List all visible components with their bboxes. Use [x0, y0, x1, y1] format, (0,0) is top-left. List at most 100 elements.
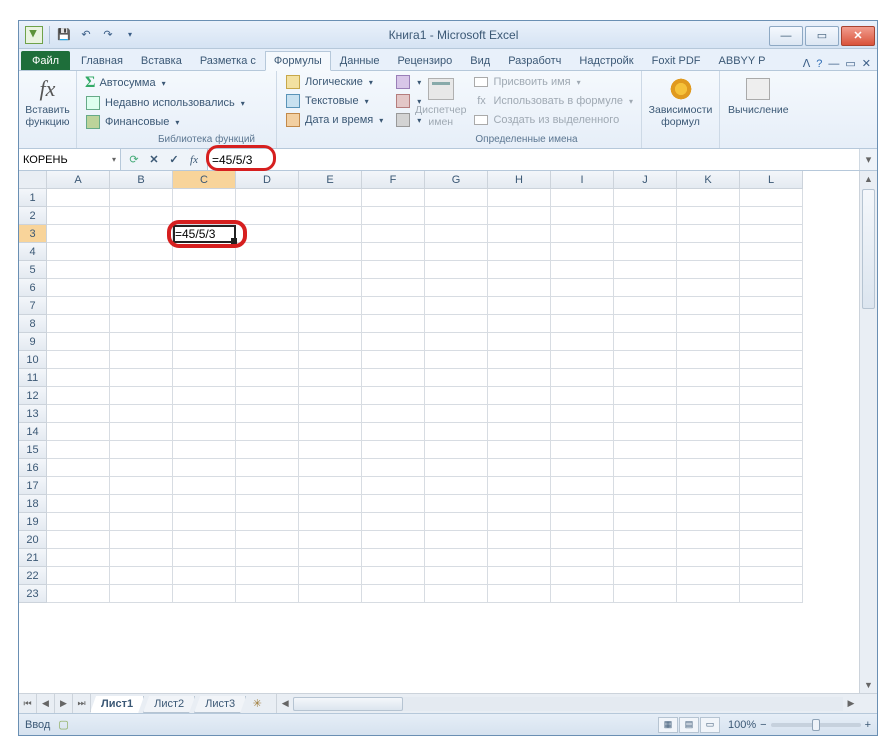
cell-C12[interactable]: [173, 387, 236, 405]
cell-C21[interactable]: [173, 549, 236, 567]
row-header-11[interactable]: 11: [19, 369, 47, 387]
cell-B2[interactable]: [110, 207, 173, 225]
cell-L8[interactable]: [740, 315, 803, 333]
cell-J23[interactable]: [614, 585, 677, 603]
cell-C5[interactable]: [173, 261, 236, 279]
cell-F3[interactable]: [362, 225, 425, 243]
cell-J17[interactable]: [614, 477, 677, 495]
cell-E17[interactable]: [299, 477, 362, 495]
cell-J14[interactable]: [614, 423, 677, 441]
cell-D19[interactable]: [236, 513, 299, 531]
cell-E15[interactable]: [299, 441, 362, 459]
cell-L14[interactable]: [740, 423, 803, 441]
cell-C13[interactable]: [173, 405, 236, 423]
cell-H23[interactable]: [488, 585, 551, 603]
cell-F4[interactable]: [362, 243, 425, 261]
cell-A11[interactable]: [47, 369, 110, 387]
cell-H19[interactable]: [488, 513, 551, 531]
cell-D10[interactable]: [236, 351, 299, 369]
cell-L1[interactable]: [740, 189, 803, 207]
cell-A9[interactable]: [47, 333, 110, 351]
cell-B13[interactable]: [110, 405, 173, 423]
cell-B10[interactable]: [110, 351, 173, 369]
cell-H13[interactable]: [488, 405, 551, 423]
cell-C7[interactable]: [173, 297, 236, 315]
formula-refresh-icon[interactable]: ⟳: [125, 153, 143, 166]
cell-A16[interactable]: [47, 459, 110, 477]
cell-L20[interactable]: [740, 531, 803, 549]
tab-view[interactable]: Вид: [461, 51, 499, 70]
cell-H10[interactable]: [488, 351, 551, 369]
cell-K8[interactable]: [677, 315, 740, 333]
cell-K7[interactable]: [677, 297, 740, 315]
cell-F10[interactable]: [362, 351, 425, 369]
cell-L4[interactable]: [740, 243, 803, 261]
cell-E5[interactable]: [299, 261, 362, 279]
column-header-F[interactable]: F: [362, 171, 425, 189]
cell-H1[interactable]: [488, 189, 551, 207]
cell-K9[interactable]: [677, 333, 740, 351]
logical-button[interactable]: Логические: [281, 73, 387, 91]
cell-A13[interactable]: [47, 405, 110, 423]
cell-A6[interactable]: [47, 279, 110, 297]
define-name-button[interactable]: Присвоить имя: [469, 73, 637, 91]
row-header-19[interactable]: 19: [19, 513, 47, 531]
recent-functions-button[interactable]: Недавно использовались: [81, 94, 249, 112]
cell-D6[interactable]: [236, 279, 299, 297]
cell-E20[interactable]: [299, 531, 362, 549]
cell-L5[interactable]: [740, 261, 803, 279]
cell-F23[interactable]: [362, 585, 425, 603]
cell-H15[interactable]: [488, 441, 551, 459]
cell-B12[interactable]: [110, 387, 173, 405]
cell-A5[interactable]: [47, 261, 110, 279]
cell-D8[interactable]: [236, 315, 299, 333]
cell-I1[interactable]: [551, 189, 614, 207]
row-header-13[interactable]: 13: [19, 405, 47, 423]
cell-H17[interactable]: [488, 477, 551, 495]
row-header-6[interactable]: 6: [19, 279, 47, 297]
tab-review[interactable]: Рецензиро: [389, 51, 462, 70]
cell-B15[interactable]: [110, 441, 173, 459]
cell-I8[interactable]: [551, 315, 614, 333]
cell-I20[interactable]: [551, 531, 614, 549]
cell-A4[interactable]: [47, 243, 110, 261]
cell-I4[interactable]: [551, 243, 614, 261]
cell-J4[interactable]: [614, 243, 677, 261]
cell-D15[interactable]: [236, 441, 299, 459]
cell-G23[interactable]: [425, 585, 488, 603]
cell-C3[interactable]: =45/5/3: [173, 225, 236, 243]
qat-more-icon[interactable]: ▾: [122, 27, 138, 43]
row-header-5[interactable]: 5: [19, 261, 47, 279]
datetime-button[interactable]: Дата и время: [281, 111, 387, 129]
cell-F8[interactable]: [362, 315, 425, 333]
cell-J19[interactable]: [614, 513, 677, 531]
cell-A22[interactable]: [47, 567, 110, 585]
cell-G11[interactable]: [425, 369, 488, 387]
column-header-A[interactable]: A: [47, 171, 110, 189]
cell-J21[interactable]: [614, 549, 677, 567]
cell-I23[interactable]: [551, 585, 614, 603]
cell-F18[interactable]: [362, 495, 425, 513]
cell-C23[interactable]: [173, 585, 236, 603]
name-box-dropdown-icon[interactable]: ▾: [112, 155, 116, 164]
column-header-I[interactable]: I: [551, 171, 614, 189]
cell-K22[interactable]: [677, 567, 740, 585]
cell-B11[interactable]: [110, 369, 173, 387]
cell-D3[interactable]: [236, 225, 299, 243]
use-in-formula-button[interactable]: fxИспользовать в формуле: [469, 92, 637, 110]
cell-A15[interactable]: [47, 441, 110, 459]
cell-C15[interactable]: [173, 441, 236, 459]
cell-A3[interactable]: [47, 225, 110, 243]
cell-E18[interactable]: [299, 495, 362, 513]
cell-G3[interactable]: [425, 225, 488, 243]
cell-D22[interactable]: [236, 567, 299, 585]
cell-C17[interactable]: [173, 477, 236, 495]
cell-J9[interactable]: [614, 333, 677, 351]
cell-K17[interactable]: [677, 477, 740, 495]
cell-D16[interactable]: [236, 459, 299, 477]
cell-B5[interactable]: [110, 261, 173, 279]
cell-A12[interactable]: [47, 387, 110, 405]
cell-L17[interactable]: [740, 477, 803, 495]
sheet-tab-2[interactable]: Лист2: [143, 696, 195, 713]
cell-E1[interactable]: [299, 189, 362, 207]
